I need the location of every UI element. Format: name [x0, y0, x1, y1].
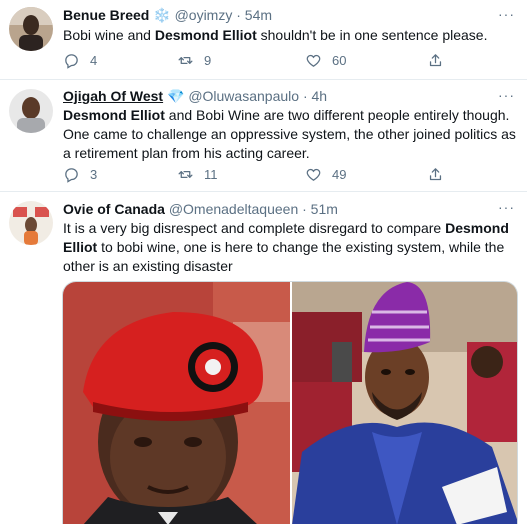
text-part: to bobi wine, one is here to change the … [63, 239, 505, 274]
like-button[interactable]: 49 [305, 165, 346, 183]
avatar[interactable] [9, 201, 53, 245]
highlighted-text: Desmond Elliot [63, 107, 165, 123]
display-name[interactable]: Benue Breed [63, 7, 149, 23]
name-emoji: 💎 [166, 88, 185, 104]
reply-button[interactable]: 4 [63, 51, 97, 69]
reply-count: 3 [90, 166, 98, 182]
retweet-button[interactable]: 9 [177, 51, 211, 69]
user-handle[interactable]: @Oluwasanpaulo [188, 88, 299, 104]
reply-icon [65, 167, 78, 183]
tweet-actions: 4 9 60 [63, 51, 503, 69]
name-emoji: ❄️ [153, 7, 171, 23]
tweet-media[interactable] [62, 281, 518, 524]
share-icon [429, 53, 442, 66]
reply-button[interactable]: 3 [63, 165, 97, 183]
like-icon [306, 168, 321, 181]
share-icon [429, 167, 442, 180]
more-icon[interactable]: ··· [498, 6, 515, 22]
tweet-time[interactable]: · 4h [303, 88, 327, 104]
tweet[interactable]: Ovie of Canada @Omenadeltaqueen · 51m ··… [0, 193, 527, 524]
photo-red-beret[interactable] [63, 282, 290, 524]
avatar-image [9, 89, 53, 133]
tweet[interactable]: Benue Breed ❄️ @oyimzy · 54m ··· Bobi wi… [0, 0, 527, 80]
display-name[interactable]: Ovie of Canada [63, 201, 165, 217]
like-icon [306, 54, 321, 67]
user-handle[interactable]: @Omenadeltaqueen [169, 201, 298, 217]
tweet-actions: 3 11 49 [63, 165, 503, 183]
like-count: 60 [332, 52, 347, 68]
tweet-text: Bobi wine and Desmond Elliot shouldn't b… [63, 26, 518, 45]
tweet-time[interactable]: · 51m [302, 201, 338, 217]
retweet-count: 9 [204, 52, 212, 68]
avatar-image [9, 7, 53, 51]
more-icon[interactable]: ··· [498, 199, 515, 215]
user-handle[interactable]: @oyimzy [175, 7, 233, 23]
tweet-text: Desmond Elliot and Bobi Wine are two dif… [63, 106, 518, 163]
photo-purple-cap[interactable] [292, 282, 518, 524]
share-button[interactable] [427, 51, 444, 69]
tweet-header: Ovie of Canada @Omenadeltaqueen · 51m [63, 200, 338, 218]
tweet-text: It is a very big disrespect and complete… [63, 219, 518, 276]
tweet-header: Benue Breed ❄️ @oyimzy · 54m [63, 6, 272, 24]
reply-icon [65, 53, 78, 69]
highlighted-text: Desmond Elliot [154, 27, 257, 43]
retweet-count: 11 [204, 166, 218, 182]
tweet-time[interactable]: · 54m [236, 7, 272, 23]
like-count: 49 [332, 166, 347, 182]
share-button[interactable] [427, 165, 444, 183]
text-part: Bobi wine and [63, 27, 155, 43]
retweet-icon [178, 56, 193, 64]
text-part: It is a very big disrespect and complete… [63, 220, 446, 236]
reply-count: 4 [90, 52, 98, 68]
like-button[interactable]: 60 [305, 51, 346, 69]
avatar[interactable] [9, 89, 53, 133]
retweet-button[interactable]: 11 [177, 165, 218, 183]
tweet-header: Ojigah Of West 💎 @Oluwasanpaulo · 4h [63, 87, 327, 105]
avatar[interactable] [9, 7, 53, 51]
tweet[interactable]: Ojigah Of West 💎 @Oluwasanpaulo · 4h ···… [0, 81, 527, 192]
text-part: shouldn't be in one sentence please. [256, 27, 488, 43]
display-name[interactable]: Ojigah Of West [63, 88, 163, 104]
avatar-image [9, 201, 53, 245]
more-icon[interactable]: ··· [498, 87, 515, 103]
retweet-icon [178, 170, 193, 178]
